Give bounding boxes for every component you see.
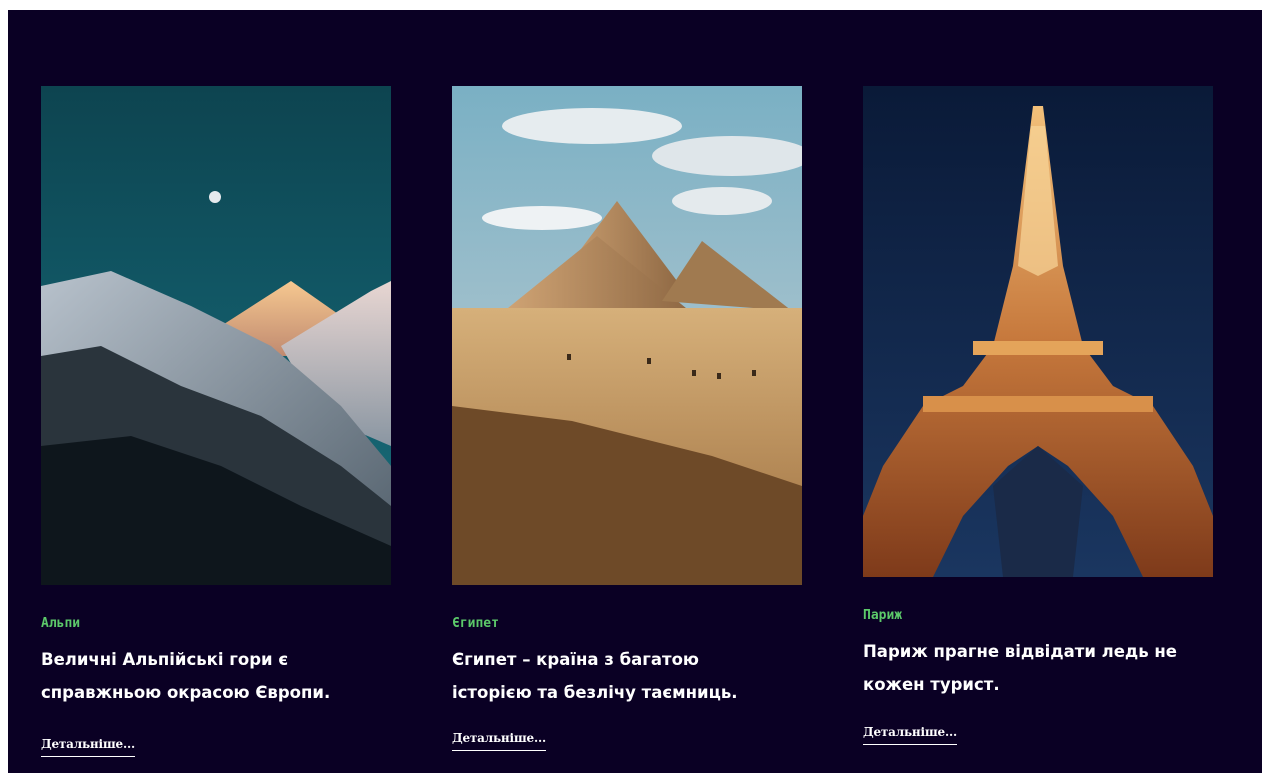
details-link[interactable]: Детальніше... xyxy=(452,731,546,751)
details-link[interactable]: Детальніше... xyxy=(863,725,957,745)
card-title: Єгипет – країна з багатою історією та бе… xyxy=(452,650,738,702)
egypt-photo[interactable] xyxy=(452,86,802,585)
card-tag: Париж xyxy=(863,608,903,623)
card-tag: Альпи xyxy=(41,616,81,631)
card-title: Величні Альпійські гори є справжньою окр… xyxy=(41,650,331,702)
alps-photo[interactable] xyxy=(41,86,391,585)
card-tag: Єгипет xyxy=(452,616,499,631)
destinations-section: Альпи Величні Альпійські гори є справжнь… xyxy=(8,10,1262,773)
paris-photo[interactable] xyxy=(863,86,1213,577)
card-title: Париж прагне відвідати ледь не кожен тур… xyxy=(863,642,1177,694)
details-link[interactable]: Детальніше... xyxy=(41,737,135,757)
